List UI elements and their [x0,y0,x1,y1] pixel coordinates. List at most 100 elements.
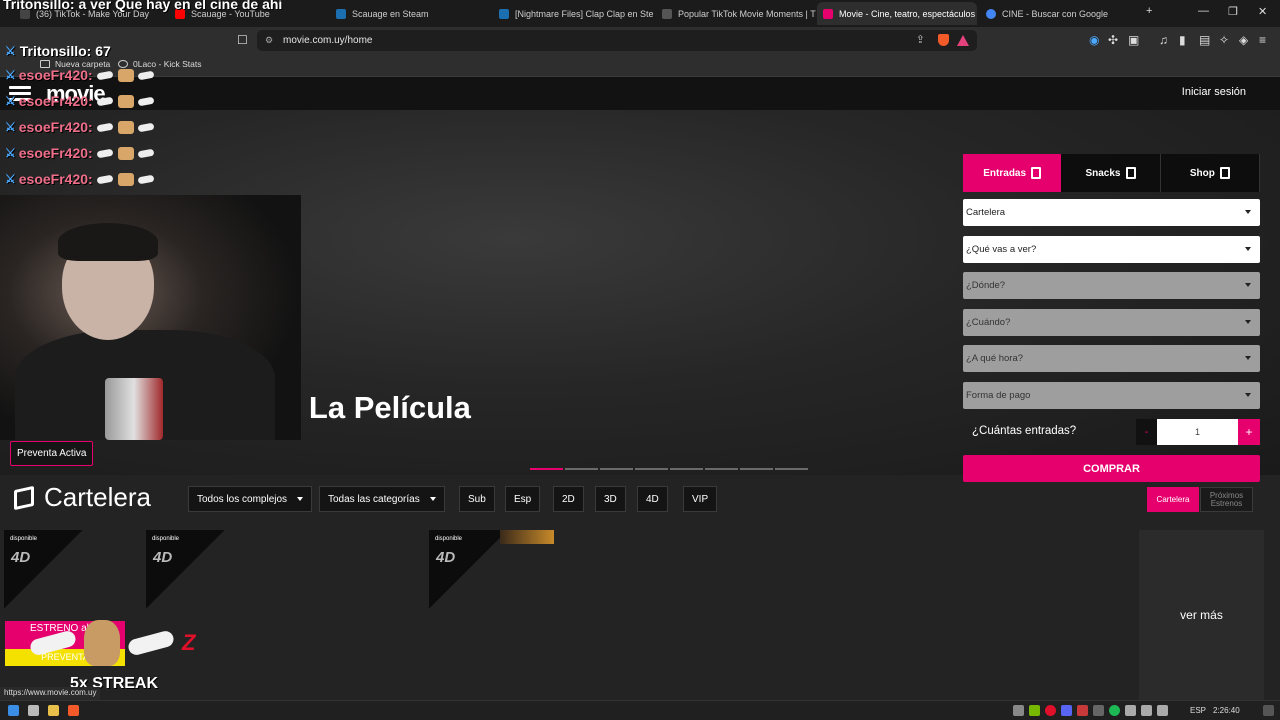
tray-app-icon[interactable] [1093,705,1104,716]
close-window-icon[interactable]: ✕ [1258,5,1267,18]
url-input[interactable]: ⚙ movie.com.uy/home ⇪ [257,30,977,51]
tab-cartelera[interactable]: Cartelera [1147,487,1199,512]
leo-icon[interactable]: ✧ [1219,33,1229,47]
brave-shields-icon[interactable] [938,34,949,46]
sidebar-icon[interactable]: ▮ [1179,33,1186,47]
filter-4d[interactable]: 4D [637,486,668,512]
hand-emote-icon [28,629,78,657]
extensions-icon[interactable]: ✣ [1108,33,1118,47]
carousel-dot[interactable] [635,468,668,470]
hand-emote-icon [137,122,155,132]
movie-poster-thumbnail[interactable] [500,530,554,544]
carousel-dot[interactable] [670,468,703,470]
hand-emote-icon [96,174,114,184]
chevron-down-icon [1245,393,1251,397]
carousel-dot[interactable] [740,468,773,470]
sword-badge-icon: ⚔ [5,120,16,134]
select-movie[interactable]: ¿Qué vas a ver? [963,236,1260,263]
nvidia-icon[interactable] [1029,705,1040,716]
tab-snacks[interactable]: Snacks [1061,154,1161,192]
google-icon [986,8,996,19]
audio-icon[interactable]: ◉ [1089,33,1099,47]
hand-emote-icon [137,148,155,158]
ticket-icon [14,485,34,510]
vpn-icon[interactable]: ◈ [1239,33,1248,47]
filter-vip[interactable]: VIP [683,486,718,512]
restore-icon[interactable]: ❐ [1228,5,1238,18]
chevron-down-icon [1245,247,1251,251]
carousel-dot[interactable] [775,468,808,470]
discord-icon[interactable] [1061,705,1072,716]
site-info-icon[interactable]: ⚙ [265,35,273,46]
select-cartelera[interactable]: Cartelera [963,199,1260,226]
clock[interactable]: 2:26:40 [1213,706,1240,715]
select-time[interactable]: ¿A qué hora? [963,345,1260,372]
tab-steam-scauage[interactable]: Scauage en Steam [330,2,490,25]
tab-shop[interactable]: Shop [1161,154,1260,192]
network-icon[interactable] [1141,705,1152,716]
hand-emote-icon [96,122,114,132]
see-more-button[interactable]: ver más [1139,530,1264,700]
brave-rewards-icon[interactable] [957,35,969,46]
tab-tiktok-movie[interactable]: Popular TikTok Movie Moments | TikTok [656,2,816,25]
format-4d-badge: 4D [436,549,456,566]
carousel-dot[interactable] [565,468,598,470]
filter-complexes[interactable]: Todos los complejos [188,486,313,512]
minimize-icon[interactable]: — [1198,5,1209,17]
movie-card[interactable]: disponible 4D [429,530,508,608]
volume-icon[interactable] [1157,705,1168,716]
login-link[interactable]: Iniciar sesión [1182,86,1246,98]
start-icon[interactable] [8,705,19,716]
tab-proximos-estrenos[interactable]: Próximos Estrenos [1200,487,1253,512]
tab-steam-nightmare[interactable]: [Nightmare Files] Clap Clap en Steam [493,2,653,25]
tab-movie[interactable]: Movie - Cine, teatro, espectáculos✕ [817,2,977,25]
cat-emote-icon [117,172,134,186]
tab-google[interactable]: CINE - Buscar con Google [980,2,1140,25]
tab-entradas[interactable]: Entradas [963,154,1062,192]
quantity-decrease-button[interactable]: - [1136,419,1157,445]
spotify-icon[interactable] [1109,705,1120,716]
new-tab-icon[interactable]: + [1146,5,1152,17]
select-where[interactable]: ¿Dónde? [963,272,1260,299]
buy-button[interactable]: COMPRAR [963,455,1260,482]
wallet-icon[interactable]: ▤ [1199,33,1210,47]
cat-emote-icon [117,68,134,82]
filter-3d[interactable]: 3D [595,486,626,512]
file-explorer-icon[interactable] [48,705,59,716]
filter-categories[interactable]: Todas las categorías [319,486,445,512]
bag-icon [1219,167,1230,179]
ticket-quantity-label: ¿Cuántas entradas? [972,425,1077,437]
cartelera-heading: Cartelera [14,482,151,513]
media-icon[interactable]: ♫ [1159,33,1168,47]
mic-icon[interactable] [1125,705,1136,716]
movie-favicon-icon [823,8,833,19]
steam-icon [336,8,346,19]
carousel-dot[interactable] [600,468,633,470]
carousel-dot[interactable] [705,468,738,470]
screenshot-icon[interactable]: ▣ [1128,33,1139,47]
filter-esp[interactable]: Esp [505,486,541,512]
filter-sub[interactable]: Sub [459,486,495,512]
select-payment[interactable]: Forma de pago [963,382,1260,409]
quantity-increase-button[interactable]: + [1238,419,1260,445]
language-indicator[interactable]: ESP [1190,706,1206,715]
quantity-input[interactable]: 1 [1157,419,1238,445]
notifications-icon[interactable] [1263,705,1274,716]
menu-icon[interactable]: ≡ [1259,33,1266,47]
movie-card[interactable]: disponible 4D [4,530,83,608]
bookmark-icon[interactable]: ☐ [237,33,248,47]
tray-icon[interactable] [1013,705,1024,716]
carousel-dot[interactable] [530,468,563,470]
movie-card[interactable]: disponible 4D [146,530,225,608]
brave-browser-icon[interactable] [68,705,79,716]
preventa-badge[interactable]: Preventa Activa [10,441,94,466]
tiktok-icon [662,8,672,19]
obs-icon[interactable] [1045,705,1056,716]
select-when[interactable]: ¿Cuándo? [963,309,1260,336]
share-icon[interactable]: ⇪ [916,33,925,46]
close-tab-icon[interactable]: ✕ [975,8,977,19]
task-view-icon[interactable] [28,705,39,716]
tray-app-icon[interactable] [1077,705,1088,716]
filter-2d[interactable]: 2D [553,486,584,512]
chat-message: ⚔ Tritonsillo: 67 [5,43,111,59]
